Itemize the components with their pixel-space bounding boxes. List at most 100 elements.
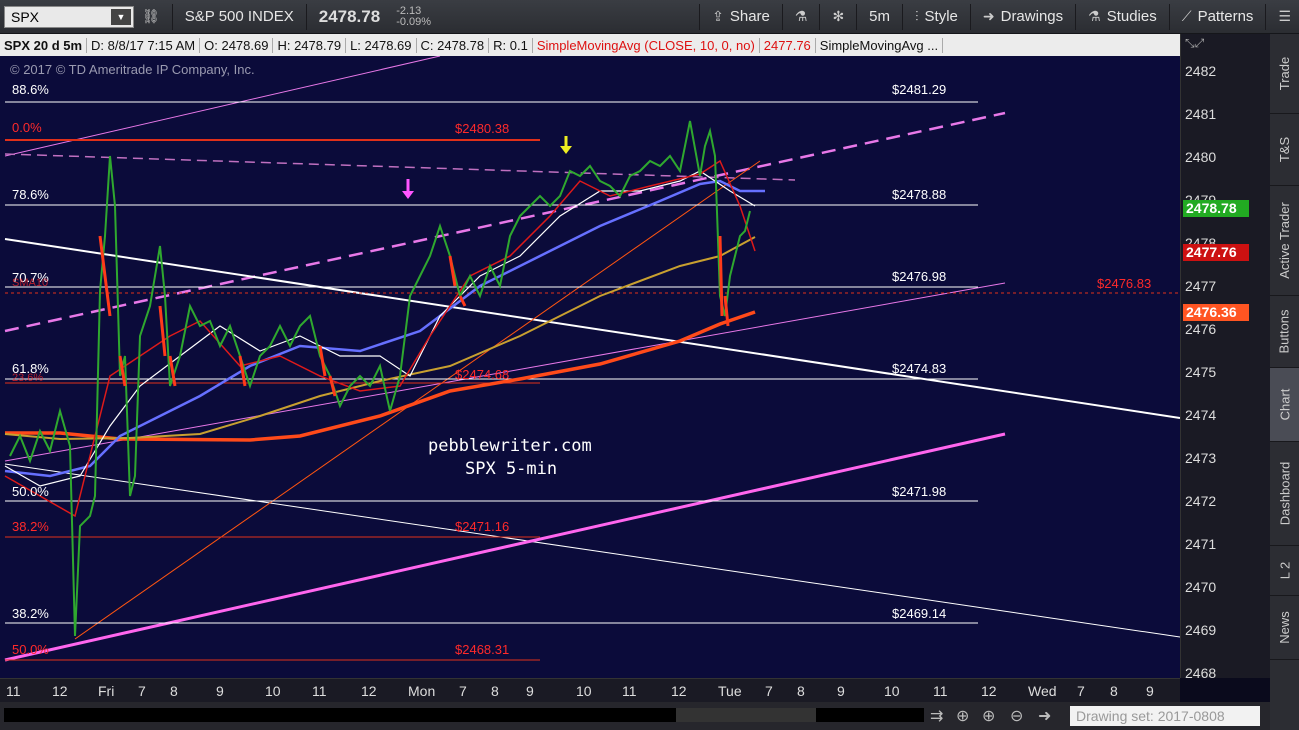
fib-label: 38.2% — [12, 606, 49, 621]
sma10-study[interactable]: SimpleMovingAvg (CLOSE, 10, 0, no) — [533, 37, 760, 53]
zoom-in-icon[interactable]: ⊕ — [982, 706, 995, 726]
style-button[interactable]: ⫶ Style — [907, 8, 966, 25]
bar-high: H: 2478.79 — [273, 37, 347, 53]
cursor-mode-icon[interactable]: ⇉ — [930, 706, 943, 726]
time-tick: 11 — [622, 683, 637, 699]
interval-button[interactable]: 5m — [861, 8, 898, 25]
settings-button[interactable]: ✻ — [824, 8, 852, 25]
time-tick: 9 — [837, 683, 845, 699]
tab-time-and-sales[interactable]: T&S — [1270, 114, 1299, 186]
trendline-white-thick — [4, 238, 1180, 419]
share-button[interactable]: ⇪ Share — [704, 8, 778, 25]
trendline-dashed — [4, 111, 1006, 333]
patterns-button[interactable]: ⟋ Patterns — [1174, 8, 1262, 25]
bar-open: O: 2478.69 — [200, 37, 274, 53]
price-tick: 2470 — [1185, 579, 1217, 595]
pattern-icon: ⟋ — [1181, 8, 1192, 24]
last-price-tag: 2478.78 — [1183, 200, 1249, 217]
change-value: -2.13 — [396, 4, 422, 17]
flask-button[interactable]: ⚗ — [787, 8, 816, 25]
drawings-button[interactable]: ➜ Drawings — [975, 8, 1071, 25]
top-toolbar: SPX ▼ ⛓ S&P 500 INDEX 2478.78 -2.13 -0.0… — [0, 0, 1299, 34]
price-tick: 2480 — [1185, 149, 1217, 165]
chart-title: SPX 20 d 5m — [0, 37, 88, 53]
bottom-bar: ⇉ ⊕ ⊕ ⊖ ➜ Drawing set: 2017-0808 — [0, 702, 1270, 730]
time-tick: 7 — [459, 683, 467, 699]
share-icon: ⇪ — [712, 8, 724, 24]
time-tick: Mon — [408, 683, 436, 699]
price-change: -2.13 -0.09% — [388, 4, 439, 28]
tab-level2[interactable]: L 2 — [1270, 546, 1299, 596]
symbol-input[interactable]: SPX ▼ — [4, 5, 134, 28]
crosshair-icon[interactable]: ⊕ — [956, 706, 969, 726]
studies-button[interactable]: ⚗ Studies — [1080, 8, 1165, 25]
fib-value: $2474.83 — [892, 361, 946, 376]
fib-value: $2468.31 — [455, 642, 509, 657]
time-tick: Fri — [98, 683, 115, 699]
arrow-right-icon: ➜ — [982, 8, 995, 24]
menu-button[interactable]: ☰ — [1270, 8, 1299, 25]
fib-label: 23.6% — [12, 372, 43, 384]
time-tick: 10 — [576, 683, 592, 699]
arrow-down-yellow-icon — [560, 136, 572, 154]
tab-dashboard[interactable]: Dashboard — [1270, 442, 1299, 546]
fib-label: 38.2% — [12, 519, 49, 534]
price-tick: 2472 — [1185, 493, 1217, 509]
time-tick: 7 — [765, 683, 773, 699]
scrollbar-thumb[interactable] — [676, 708, 816, 722]
tab-trade[interactable]: Trade — [1270, 34, 1299, 114]
time-tick: 10 — [884, 683, 900, 699]
price-tick: 2474 — [1185, 407, 1217, 423]
price-tick: 2473 — [1185, 450, 1217, 466]
candles-icon: ⫶ — [915, 8, 919, 24]
watermark-site: pebblewriter.com — [428, 436, 592, 456]
tab-buttons[interactable]: Buttons — [1270, 296, 1299, 368]
sma10-price-tag: 2477.76 — [1183, 244, 1249, 261]
price-axis[interactable]: ⤡⤢ 2482 2481 2480 2479 2478 2477 2476 24… — [1180, 34, 1270, 681]
tab-chart[interactable]: Chart — [1270, 368, 1299, 442]
bar-close: C: 2478.78 — [417, 37, 490, 53]
zoom-out-icon[interactable]: ⊖ — [1010, 706, 1023, 726]
fib-value: $2471.16 — [455, 519, 509, 534]
study-header: SPX 20 d 5m D: 8/8/17 7:15 AM O: 2478.69… — [0, 34, 1180, 56]
gear-icon: ✻ — [832, 8, 845, 24]
fib-value: $2480.38 — [455, 121, 509, 136]
time-tick: 11 — [933, 683, 948, 699]
fib-label: SMA10 — [12, 277, 48, 289]
time-tick: 8 — [797, 683, 805, 699]
tab-active-trader[interactable]: Active Trader — [1270, 186, 1299, 296]
time-tick: 12 — [361, 683, 377, 699]
drawing-set-selector[interactable]: Drawing set: 2017-0808 — [1070, 706, 1260, 726]
fib-label: 78.6% — [12, 187, 49, 202]
arrow-down-magenta-icon — [402, 179, 414, 199]
price-tick: 2481 — [1185, 106, 1217, 122]
chart-canvas[interactable]: 88.6% $2481.29 0.0% $2480.38 78.6% $2478… — [0, 56, 1180, 678]
copyright-text: © 2017 © TD Ameritrade IP Company, Inc. — [10, 62, 255, 77]
flask-icon: ⚗ — [794, 8, 808, 24]
bar-date: D: 8/8/17 7:15 AM — [87, 37, 201, 53]
fib-value: $2469.14 — [892, 606, 946, 621]
link-icon[interactable]: ⛓ — [134, 8, 168, 25]
bar-range: R: 0.1 — [489, 37, 533, 53]
time-tick: 9 — [1146, 683, 1154, 699]
price-tick: 2469 — [1185, 622, 1217, 638]
time-axis[interactable]: 11 12 Fri 7 8 9 10 11 12 Mon 7 8 9 10 11… — [0, 678, 1180, 702]
chart-scrollbar[interactable] — [4, 708, 924, 722]
trendline-white-thin — [4, 463, 1180, 638]
time-tick: 7 — [138, 683, 146, 699]
tab-news[interactable]: News — [1270, 596, 1299, 660]
fib-label: 50.0% — [12, 484, 49, 499]
time-tick: 11 — [6, 683, 21, 699]
price-tick: 2476 — [1185, 321, 1217, 337]
time-tick: Wed — [1028, 683, 1057, 699]
price-tick: 2468 — [1185, 665, 1217, 681]
price-tick: 2471 — [1185, 536, 1217, 552]
last-price: 2478.78 — [318, 6, 381, 26]
collapse-icon[interactable]: ⤡⤢ — [1185, 36, 1204, 51]
time-tick: 12 — [52, 683, 68, 699]
sma-study[interactable]: SimpleMovingAvg ... — [816, 37, 944, 53]
fib-value: $2474.68 — [455, 367, 509, 382]
chevron-down-icon[interactable]: ▼ — [111, 8, 131, 25]
arrow-right-icon[interactable]: ➜ — [1038, 706, 1051, 726]
price-tick: 2475 — [1185, 364, 1217, 380]
